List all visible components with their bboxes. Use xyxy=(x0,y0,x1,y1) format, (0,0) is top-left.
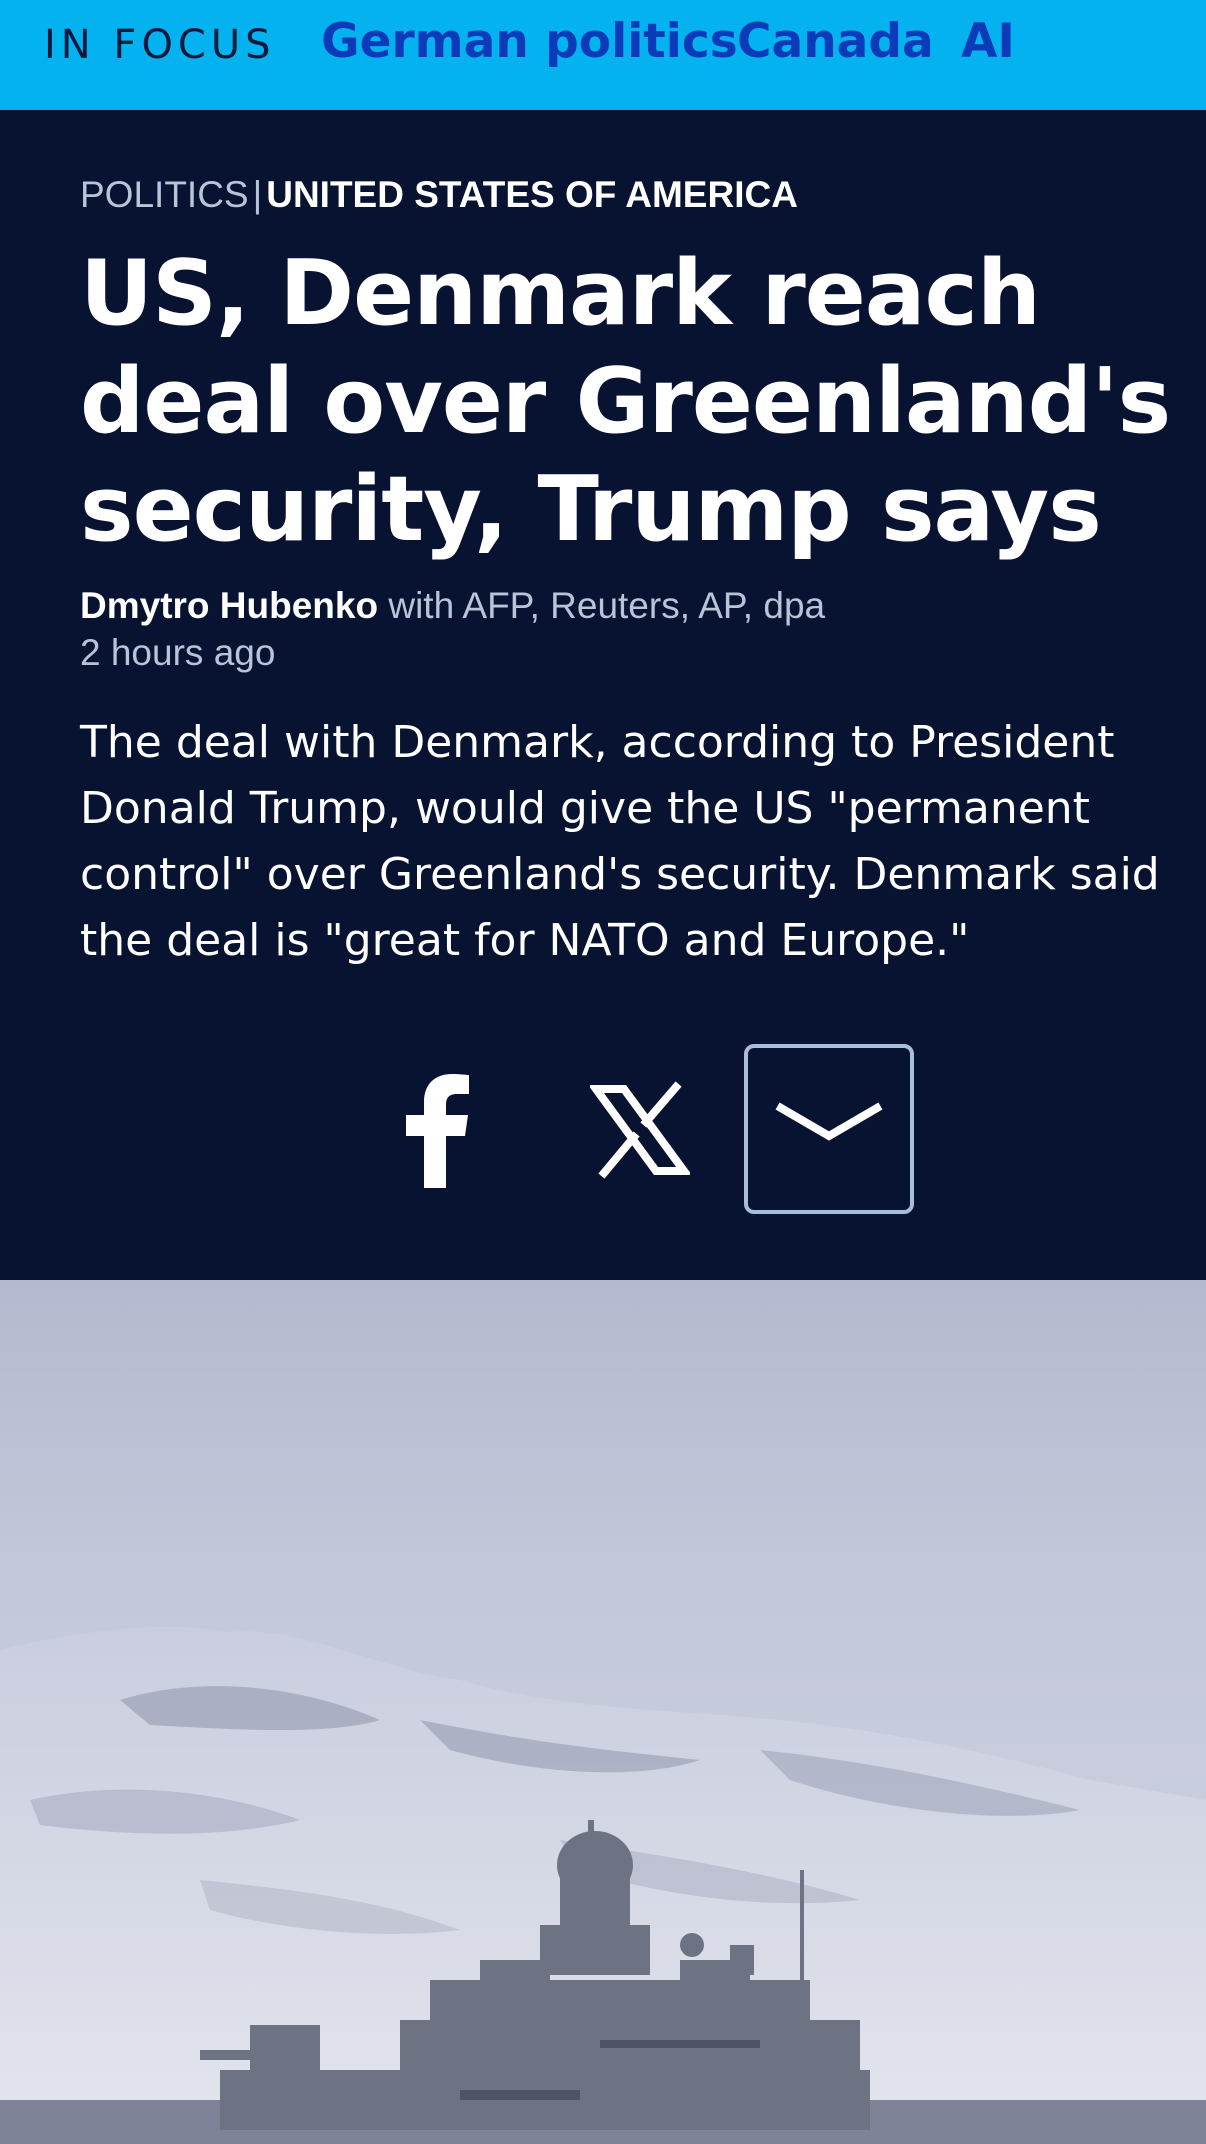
focus-link-german-politics[interactable]: German politics xyxy=(321,14,738,69)
article-teaser: The deal with Denmark, according to Pres… xyxy=(80,717,1160,966)
in-focus-label: IN FOCUS xyxy=(44,22,276,68)
article-timestamp: 2 hours ago xyxy=(80,632,276,673)
x-share-button[interactable] xyxy=(588,1075,692,1185)
category-link[interactable]: POLITICS xyxy=(80,174,249,215)
x-icon xyxy=(588,1081,692,1179)
article-hero-image[interactable] xyxy=(0,1280,1206,2144)
author-link[interactable]: Dmytro Hubenko xyxy=(80,585,378,626)
kicker-separator: | xyxy=(252,174,263,215)
article-byline: Dmytro Hubenko with AFP, Reuters, AP, dp… xyxy=(80,585,825,627)
focus-link-ai[interactable]: AI xyxy=(961,14,1015,69)
byline-sources: with AFP, Reuters, AP, dpa xyxy=(388,585,826,626)
focus-link-canada[interactable]: Canada xyxy=(737,14,934,69)
in-focus-bar: IN FOCUS German politics Canada AI xyxy=(0,0,1206,110)
share-more-button[interactable] xyxy=(744,1044,914,1214)
country-link[interactable]: UNITED STATES OF AMERICA xyxy=(266,174,798,215)
chevron-down-icon xyxy=(775,1102,883,1141)
facebook-icon xyxy=(406,1074,469,1188)
naval-ship-image xyxy=(0,1280,1206,2144)
facebook-share-button[interactable] xyxy=(400,1070,480,1190)
article-kicker: POLITICS | UNITED STATES OF AMERICA xyxy=(80,174,798,216)
article-headline: US, Denmark reach deal over Greenland's … xyxy=(80,241,1171,562)
